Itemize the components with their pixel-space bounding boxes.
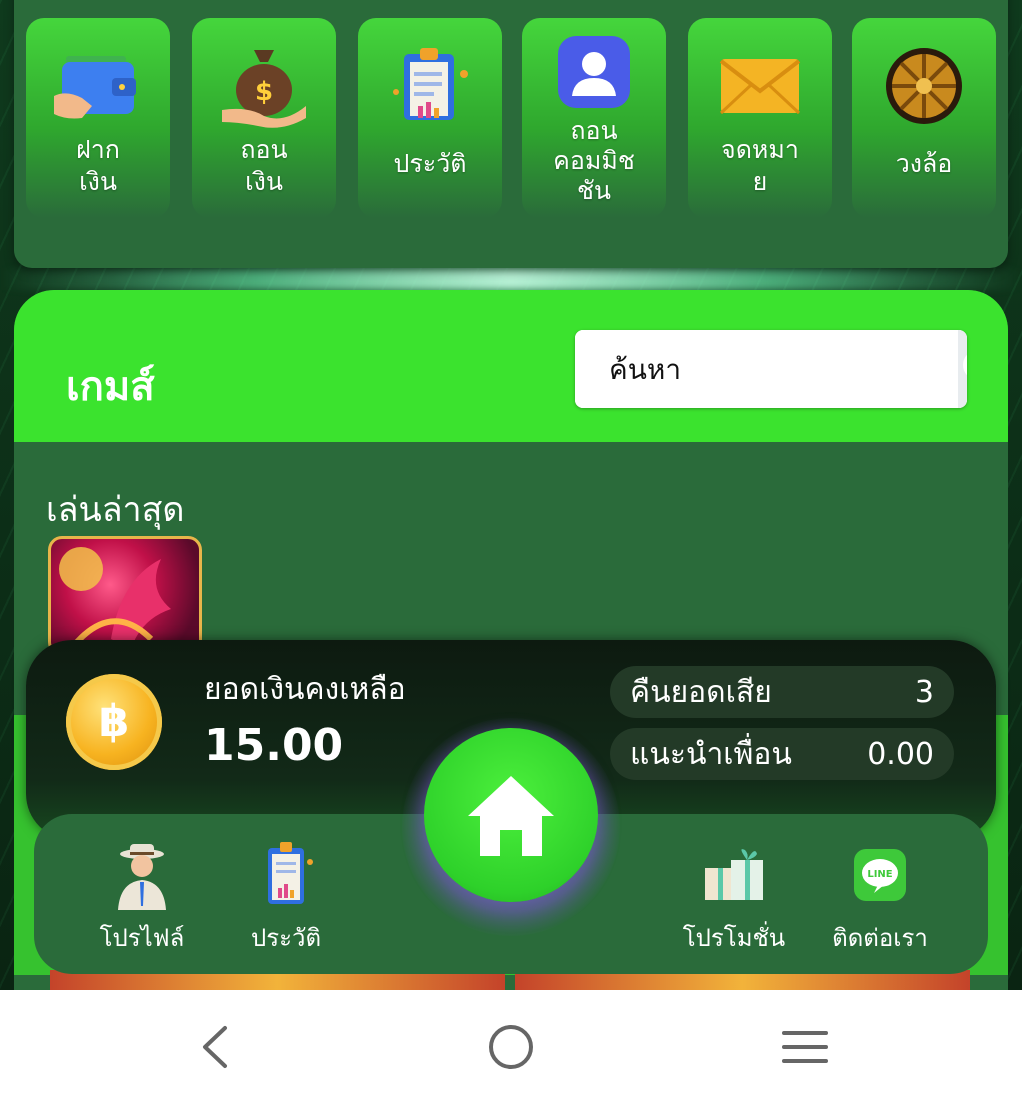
search-button[interactable]	[958, 330, 967, 408]
clipboard-icon	[384, 44, 476, 128]
quick-menu-label: จดหมา ย	[721, 135, 799, 196]
back-chevron-icon	[203, 1026, 227, 1068]
quick-menu-deposit[interactable]: ฝาก เงิน	[26, 18, 170, 218]
system-navigation-bar	[0, 990, 1022, 1100]
quick-menu-label: ถอน คอมมิช ชัน	[553, 116, 635, 205]
system-menu-button[interactable]	[770, 1012, 840, 1082]
wallet-icon	[52, 44, 144, 128]
nav-contact[interactable]: LINE ติดต่อเรา	[810, 840, 950, 957]
nav-promotion-label: โปรโมชั่น	[682, 924, 786, 952]
rebate-pill[interactable]: คืนยอดเสีย 3	[610, 666, 954, 718]
quick-menu-history[interactable]: ประวัติ	[358, 18, 502, 218]
nav-profile-label: โปรไฟล์	[99, 924, 185, 952]
search-icon	[963, 354, 967, 376]
system-back-button[interactable]	[180, 1012, 250, 1082]
menu-lines-icon	[782, 1031, 828, 1063]
nav-contact-label: ติดต่อเรา	[832, 924, 928, 952]
svg-text:฿: ฿	[99, 696, 130, 747]
rebate-value: 3	[914, 674, 934, 710]
clipboard-icon	[251, 840, 321, 910]
home-button[interactable]	[424, 728, 598, 902]
quick-menu-withdraw-commission[interactable]: ถอน คอมมิช ชัน	[522, 18, 666, 218]
bitcoin-coin-icon: ฿	[66, 674, 162, 770]
games-title: เกมส์	[66, 364, 155, 410]
referral-pill[interactable]: แนะนำเพื่อน 0.00	[610, 728, 954, 780]
system-home-button[interactable]	[476, 1012, 546, 1082]
quick-menu-withdraw[interactable]: $ ถอน เงิน	[192, 18, 336, 218]
profile-icon	[107, 840, 177, 910]
user-icon	[548, 30, 640, 114]
background-glow	[0, 268, 1022, 290]
svg-text:$: $	[255, 77, 273, 107]
quick-menu-wheel[interactable]: วงล้อ	[852, 18, 996, 218]
quick-menu-label: ประวัติ	[393, 149, 467, 178]
rebate-label: คืนยอดเสีย	[630, 674, 772, 710]
recent-games-heading: เล่นล่าสุด	[46, 490, 185, 530]
svg-text:LINE: LINE	[867, 869, 892, 880]
games-header: เกมส์	[14, 290, 1008, 442]
nav-promotion[interactable]: โปรโมชั่น	[664, 840, 804, 957]
gift-icon	[699, 840, 769, 910]
quick-menu-label: ฝาก เงิน	[76, 135, 120, 196]
search-box	[575, 330, 967, 408]
nav-profile[interactable]: โปรไฟล์	[72, 840, 212, 957]
nav-history[interactable]: ประวัติ	[216, 840, 356, 957]
nav-history-label: ประวัติ	[250, 924, 322, 952]
search-input[interactable]	[575, 330, 958, 408]
referral-value: 0.00	[867, 736, 934, 772]
envelope-icon	[714, 44, 806, 128]
wheel-icon	[878, 44, 970, 128]
circle-home-icon	[489, 1025, 533, 1069]
referral-label: แนะนำเพื่อน	[630, 736, 792, 772]
recent-game-thumbnail[interactable]	[48, 536, 202, 656]
quick-menu: ฝาก เงิน $ ถอน เงิน ประวัติ ถอน คอมมิช ช…	[14, 0, 1008, 268]
quick-menu-mail[interactable]: จดหมา ย	[688, 18, 832, 218]
money-bag-icon: $	[218, 44, 310, 128]
balance-value: 15.00	[204, 720, 344, 771]
home-icon	[468, 776, 554, 856]
line-chat-icon: LINE	[845, 840, 915, 910]
quick-menu-label: วงล้อ	[895, 149, 953, 178]
quick-menu-label: ถอน เงิน	[240, 135, 288, 196]
balance-label: ยอดเงินคงเหลือ	[204, 672, 406, 707]
